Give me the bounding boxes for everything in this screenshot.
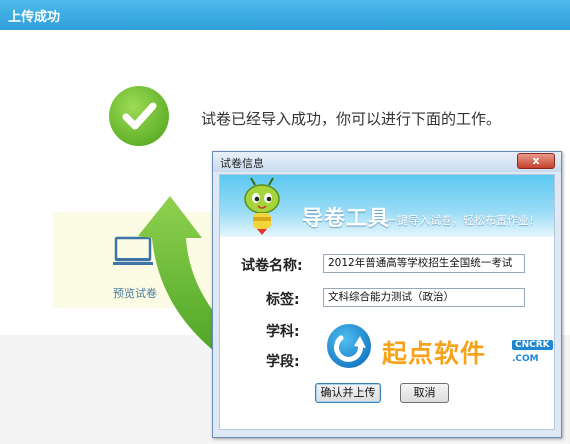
watermark-domain: .COM xyxy=(512,354,539,364)
close-icon: x xyxy=(532,154,540,167)
bee-mascot-icon xyxy=(244,177,280,235)
banner-title: 导卷工具 xyxy=(302,206,390,230)
dialog-body: 导卷工具 一键导入试卷，轻松布置作业！ 试卷名称: 2012年普通高等学校招生全… xyxy=(219,174,555,430)
banner-subtitle: 一键导入试卷，轻松布置作业！ xyxy=(386,214,540,227)
confirm-upload-button[interactable]: 确认并上传 xyxy=(315,383,381,403)
dialog-title: 试卷信息 xyxy=(220,157,264,170)
dialog-titlebar[interactable]: 试卷信息 x xyxy=(213,152,561,172)
close-button[interactable]: x xyxy=(517,153,555,169)
tag-label: 标签: xyxy=(266,292,300,308)
tool-banner: 导卷工具 一键导入试卷，轻松布置作业！ xyxy=(220,175,554,237)
stage-label: 学段: xyxy=(266,354,300,370)
subject-label: 学科: xyxy=(266,324,300,340)
exam-name-label: 试卷名称: xyxy=(241,258,303,274)
exam-name-input[interactable]: 2012年普通高等学校招生全国统一考试 xyxy=(323,254,525,273)
tag-input[interactable]: 文科综合能力测试（政治） xyxy=(323,288,525,307)
watermark-tag: CNCRK xyxy=(512,340,553,350)
cancel-button[interactable]: 取消 xyxy=(400,383,449,403)
exam-info-dialog: 试卷信息 x 导卷工具 一键导入试卷，轻松布置作业！ 试卷名称: 2012年普通… xyxy=(212,151,562,438)
watermark-logo-icon xyxy=(325,322,373,370)
watermark-text: 起点软件 xyxy=(382,339,487,368)
